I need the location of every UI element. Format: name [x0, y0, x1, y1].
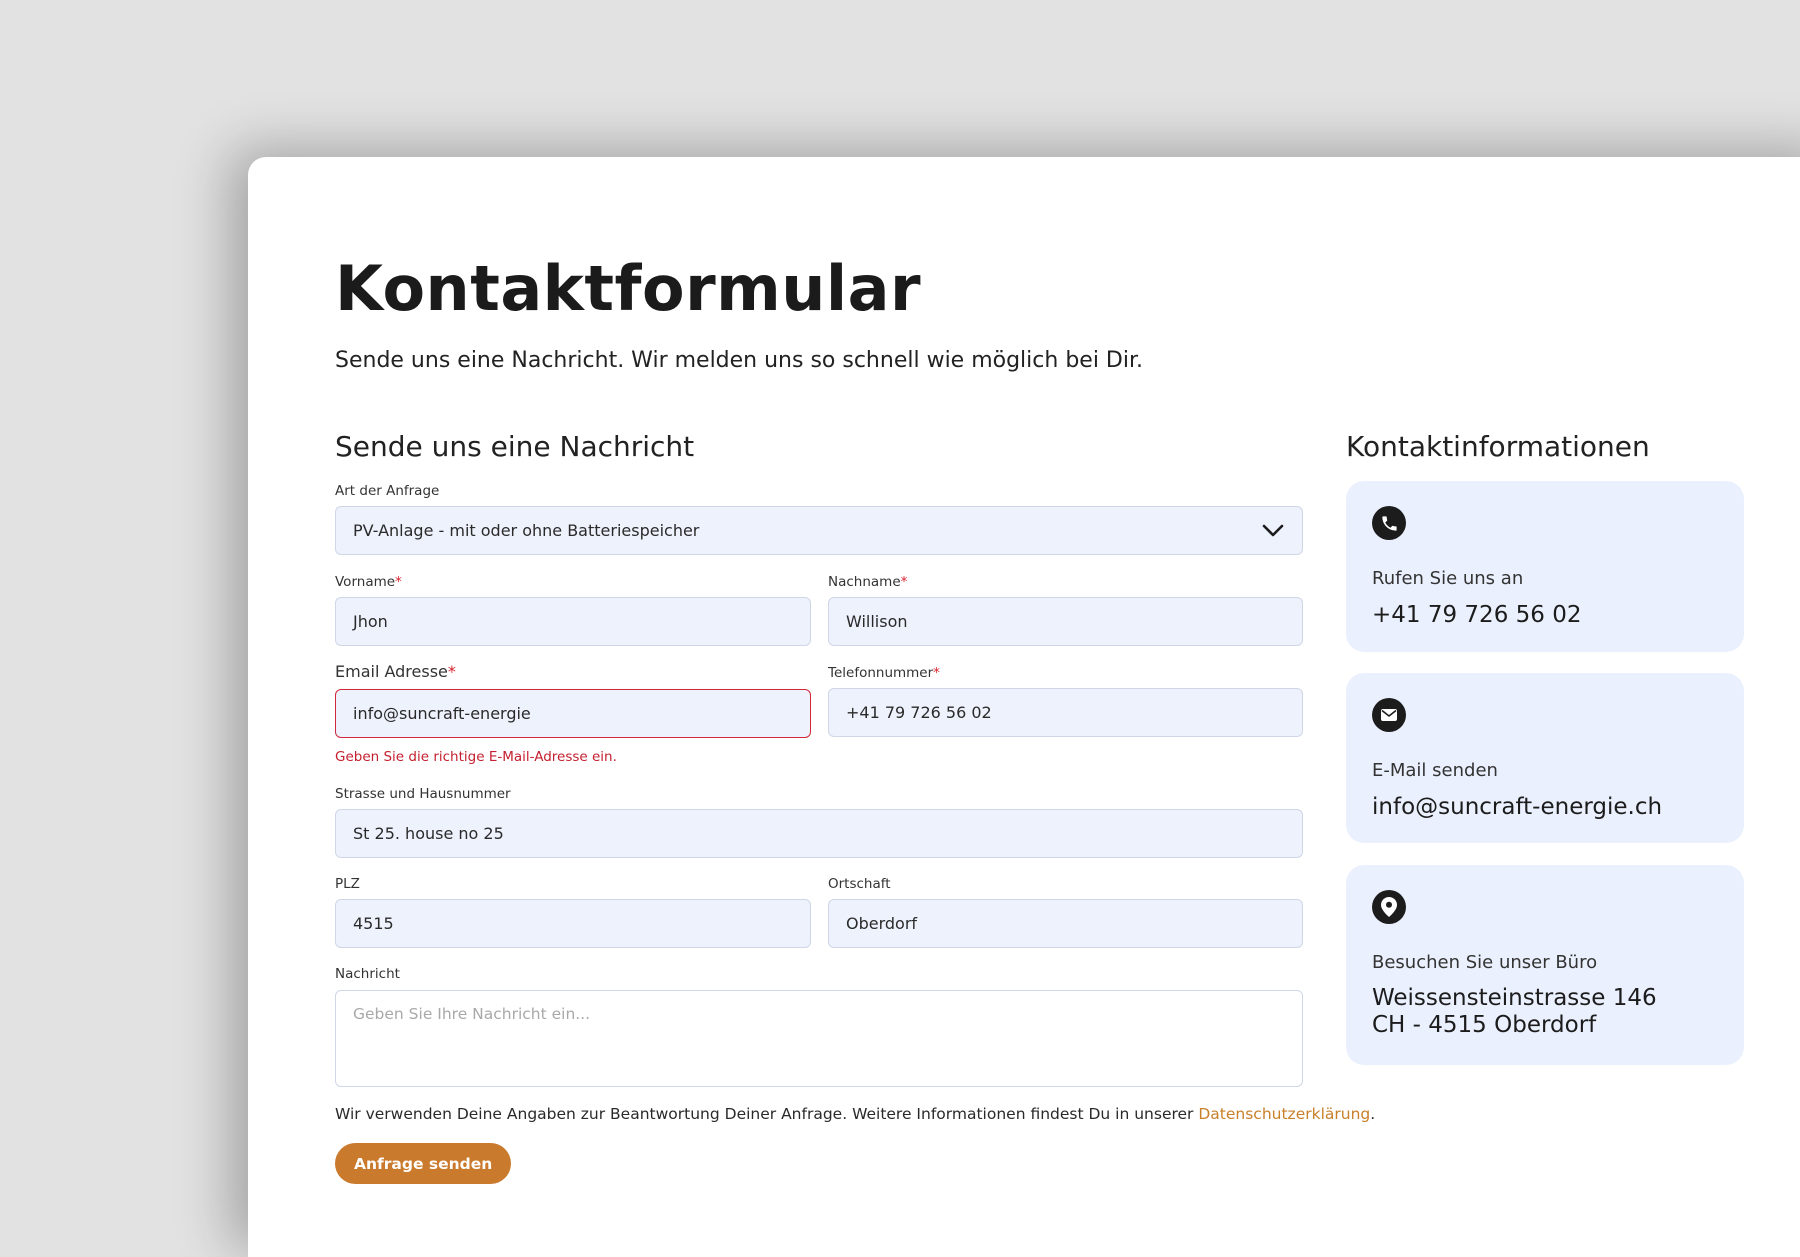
zip-input[interactable]: 4515: [335, 899, 811, 948]
required-mark: *: [395, 574, 402, 590]
inquiry-type-label: Art der Anfrage: [335, 483, 440, 499]
email-error-message: Geben Sie die richtige E-Mail-Adresse ei…: [335, 749, 617, 765]
submit-button[interactable]: Anfrage senden: [335, 1143, 512, 1184]
inquiry-type-select[interactable]: PV-Anlage - mit oder ohne Batteriespeich…: [335, 506, 1303, 555]
phone-label-text: Rufen Sie uns an: [1372, 568, 1524, 589]
city-input[interactable]: Oberdorf: [828, 899, 1303, 948]
first-name-label: Vorname*: [335, 574, 402, 590]
city-label: Ortschaft: [828, 876, 891, 892]
zip-value: 4515: [353, 914, 394, 933]
contact-card-phone: Rufen Sie uns an +41 79 726 56 02: [1346, 481, 1744, 652]
phone-number[interactable]: +41 79 726 56 02: [1372, 602, 1581, 630]
email-input[interactable]: info@suncraft-energie: [335, 689, 811, 738]
office-label-text: Besuchen Sie unser Büro: [1372, 952, 1598, 973]
last-name-value: Willison: [846, 612, 908, 631]
page-subtitle: Sende uns eine Nachricht. Wir melden uns…: [335, 348, 1143, 373]
last-name-input[interactable]: Willison: [828, 597, 1303, 646]
contact-section-title: Kontaktinformationen: [1346, 430, 1650, 463]
message-textarea[interactable]: Geben Sie Ihre Nachricht ein...: [335, 990, 1303, 1087]
phone-label: Telefonnummer*: [828, 665, 940, 681]
privacy-text: Wir verwenden Deine Angaben zur Beantwor…: [335, 1105, 1199, 1123]
first-name-value: Jhon: [353, 612, 388, 631]
inquiry-type-value: PV-Anlage - mit oder ohne Batteriespeich…: [353, 521, 700, 540]
required-mark: *: [447, 662, 456, 681]
street-label: Strasse und Hausnummer: [335, 786, 511, 802]
form-section-title: Sende uns eine Nachricht: [335, 430, 695, 463]
chevron-down-icon: [1262, 524, 1284, 536]
location-pin-icon: [1372, 890, 1406, 924]
phone-icon: [1372, 506, 1406, 540]
office-city: CH - 4515 Oberdorf: [1372, 1012, 1597, 1038]
email-value: info@suncraft-energie: [353, 704, 531, 723]
required-mark: *: [900, 574, 908, 590]
required-mark: *: [933, 665, 940, 681]
privacy-notice: Wir verwenden Deine Angaben zur Beantwor…: [335, 1105, 1375, 1123]
last-name-label: Nachname*: [828, 574, 908, 590]
street-value: St 25. house no 25: [353, 824, 504, 843]
zip-label: PLZ: [335, 876, 360, 892]
email-address[interactable]: info@suncraft-energie.ch: [1372, 794, 1662, 822]
phone-input[interactable]: +41 79 726 56 02: [828, 688, 1303, 737]
message-placeholder: Geben Sie Ihre Nachricht ein...: [353, 1005, 591, 1023]
email-label-text: E-Mail senden: [1372, 760, 1498, 781]
office-street: Weissensteinstrasse 146: [1372, 985, 1657, 1011]
first-name-input[interactable]: Jhon: [335, 597, 811, 646]
privacy-policy-link[interactable]: Datenschutzerklärung: [1198, 1105, 1370, 1123]
page-title: Kontaktformular: [335, 252, 922, 325]
privacy-text-end: .: [1370, 1105, 1376, 1123]
street-input[interactable]: St 25. house no 25: [335, 809, 1303, 858]
phone-value: +41 79 726 56 02: [846, 703, 992, 722]
mail-icon: [1372, 698, 1406, 732]
email-label: Email Adresse*: [335, 662, 456, 681]
contact-card-email: E-Mail senden info@suncraft-energie.ch: [1346, 673, 1744, 843]
city-value: Oberdorf: [846, 914, 918, 933]
contact-card-office: Besuchen Sie unser Büro Weissensteinstra…: [1346, 865, 1744, 1065]
message-label: Nachricht: [335, 966, 400, 982]
